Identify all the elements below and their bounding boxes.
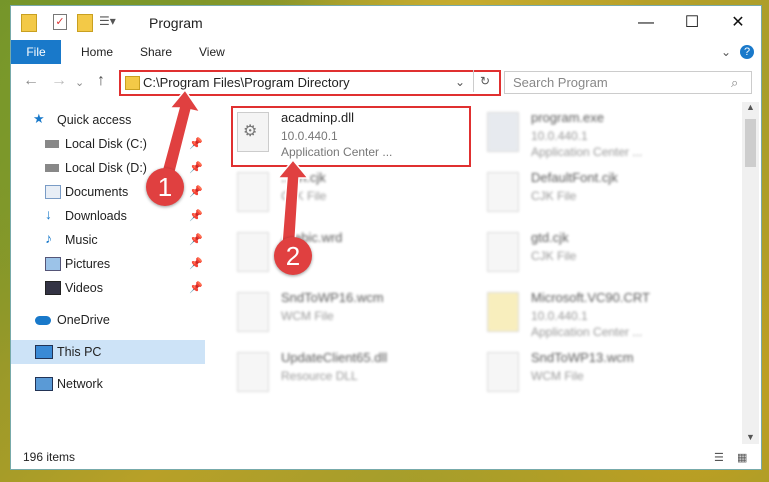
exe-file-icon: [487, 112, 519, 152]
search-input[interactable]: Search Program ⌕: [504, 71, 752, 94]
step-badge-1: 1: [146, 168, 184, 206]
file-icon: [487, 352, 519, 392]
customize-qat-icon[interactable]: ☰▾: [99, 14, 116, 28]
documents-icon: [45, 185, 61, 199]
properties-icon[interactable]: ✓: [53, 14, 67, 30]
scroll-thumb[interactable]: [745, 119, 756, 167]
pictures-icon: [45, 257, 61, 271]
recent-locations-icon[interactable]: ⌄: [75, 76, 84, 89]
status-bar: 196 items ☰ ▦: [11, 446, 761, 468]
file-item-updateclient65[interactable]: UpdateClient65.dll Resource DLL: [233, 348, 463, 406]
file-item-defaultfont[interactable]: DefaultFont.cjk CJK File: [483, 168, 713, 226]
up-icon[interactable]: ↑: [97, 72, 105, 90]
address-dropdown-icon[interactable]: ⌄: [455, 75, 465, 89]
sidebar-item-this-pc[interactable]: This PC: [11, 340, 205, 364]
pin-icon[interactable]: 📌: [189, 185, 203, 198]
pin-icon[interactable]: 📌: [189, 257, 203, 270]
file-icon: [487, 232, 519, 272]
scroll-down-icon[interactable]: ▼: [746, 432, 755, 442]
new-folder-icon[interactable]: [77, 14, 93, 32]
file-item-arabic[interactable]: Arabic.wrd: [233, 228, 463, 286]
vertical-scrollbar[interactable]: ▲ ▼: [742, 102, 759, 444]
pin-icon[interactable]: 📌: [189, 137, 203, 150]
sidebar-item-downloads[interactable]: ↓ Downloads 📌: [11, 204, 205, 228]
file-item-sndtowp16[interactable]: SndToWP16.wcm WCM File: [233, 288, 463, 346]
navigation-bar: ← → ⌄ ↑ C:\Program Files\Program Directo…: [11, 68, 761, 96]
details-view-icon[interactable]: ☰: [714, 451, 724, 464]
close-icon[interactable]: ✕: [715, 6, 761, 40]
refresh-icon[interactable]: ↻: [473, 70, 496, 92]
help-icon[interactable]: ?: [740, 45, 754, 59]
address-bar[interactable]: C:\Program Files\Program Directory ⌄ ↻: [119, 70, 501, 96]
search-icon: ⌕: [731, 75, 739, 90]
large-icons-view-icon[interactable]: ▦: [737, 451, 747, 464]
sidebar-item-music[interactable]: ♪ Music 📌: [11, 228, 205, 252]
minimize-icon[interactable]: —: [623, 6, 669, 40]
step-badge-2: 2: [274, 237, 312, 275]
forward-icon[interactable]: →: [51, 72, 67, 90]
star-icon: ★: [33, 111, 45, 126]
folder-icon: [125, 76, 140, 90]
title-bar: ✓ ☰▾ Program — ☐ ✕: [11, 6, 761, 40]
file-item-cjk[interactable]: ...an.cjk CJK File: [233, 168, 463, 226]
file-icon: [237, 232, 269, 272]
file-icon: [237, 172, 269, 212]
pin-icon[interactable]: 📌: [189, 233, 203, 246]
tab-share[interactable]: Share: [140, 40, 172, 64]
drive-icon: [45, 164, 59, 172]
cloud-icon: [35, 316, 51, 325]
pin-icon[interactable]: 📌: [189, 161, 203, 174]
navigation-pane: ★ Quick access Local Disk (C:) 📌 Local D…: [11, 102, 209, 442]
tab-home[interactable]: Home: [81, 40, 113, 64]
pin-icon[interactable]: 📌: [189, 209, 203, 222]
computer-icon: [35, 345, 53, 359]
videos-icon: [45, 281, 61, 295]
manifest-file-icon: [487, 292, 519, 332]
sidebar-item-quick-access[interactable]: ★ Quick access: [11, 108, 205, 132]
sidebar-item-onedrive[interactable]: OneDrive: [11, 308, 205, 332]
back-icon[interactable]: ←: [23, 72, 39, 90]
file-item-vc90-crt[interactable]: Microsoft.VC90.CRT 10.0.440.1 Applicatio…: [483, 288, 713, 346]
window-title: Program: [149, 15, 203, 31]
dll-file-icon: [237, 352, 269, 392]
file-item-sndtowp13[interactable]: SndToWP13.wcm WCM File: [483, 348, 713, 406]
file-icon: [237, 292, 269, 332]
file-item-gtd[interactable]: gtd.cjk CJK File: [483, 228, 713, 286]
tab-file[interactable]: File: [11, 40, 61, 64]
drive-icon: [45, 140, 59, 148]
scroll-up-icon[interactable]: ▲: [746, 102, 755, 112]
tab-view[interactable]: View: [199, 40, 225, 64]
file-item-program-exe[interactable]: program.exe 10.0.440.1 Application Cente…: [483, 108, 713, 166]
sidebar-item-videos[interactable]: Videos 📌: [11, 276, 205, 300]
maximize-icon[interactable]: ☐: [669, 6, 715, 40]
search-placeholder: Search Program: [513, 75, 608, 90]
downloads-icon: ↓: [45, 206, 52, 222]
music-icon: ♪: [45, 230, 52, 246]
address-text: C:\Program Files\Program Directory: [143, 75, 350, 90]
sidebar-item-local-disk-c[interactable]: Local Disk (C:) 📌: [11, 132, 205, 156]
file-icon: [487, 172, 519, 212]
sidebar-item-network[interactable]: Network: [11, 372, 205, 396]
item-count: 196 items: [23, 450, 76, 464]
expand-ribbon-icon[interactable]: ⌄: [721, 40, 731, 64]
ribbon: File Home Share View ⌄ ?: [11, 40, 761, 64]
network-icon: [35, 377, 53, 391]
folder-icon[interactable]: [21, 14, 37, 32]
pin-icon[interactable]: 📌: [189, 281, 203, 294]
sidebar-item-pictures[interactable]: Pictures 📌: [11, 252, 205, 276]
explorer-window: ✓ ☰▾ Program — ☐ ✕ File Home Share View …: [10, 5, 762, 470]
selected-file-highlight: [231, 106, 471, 167]
